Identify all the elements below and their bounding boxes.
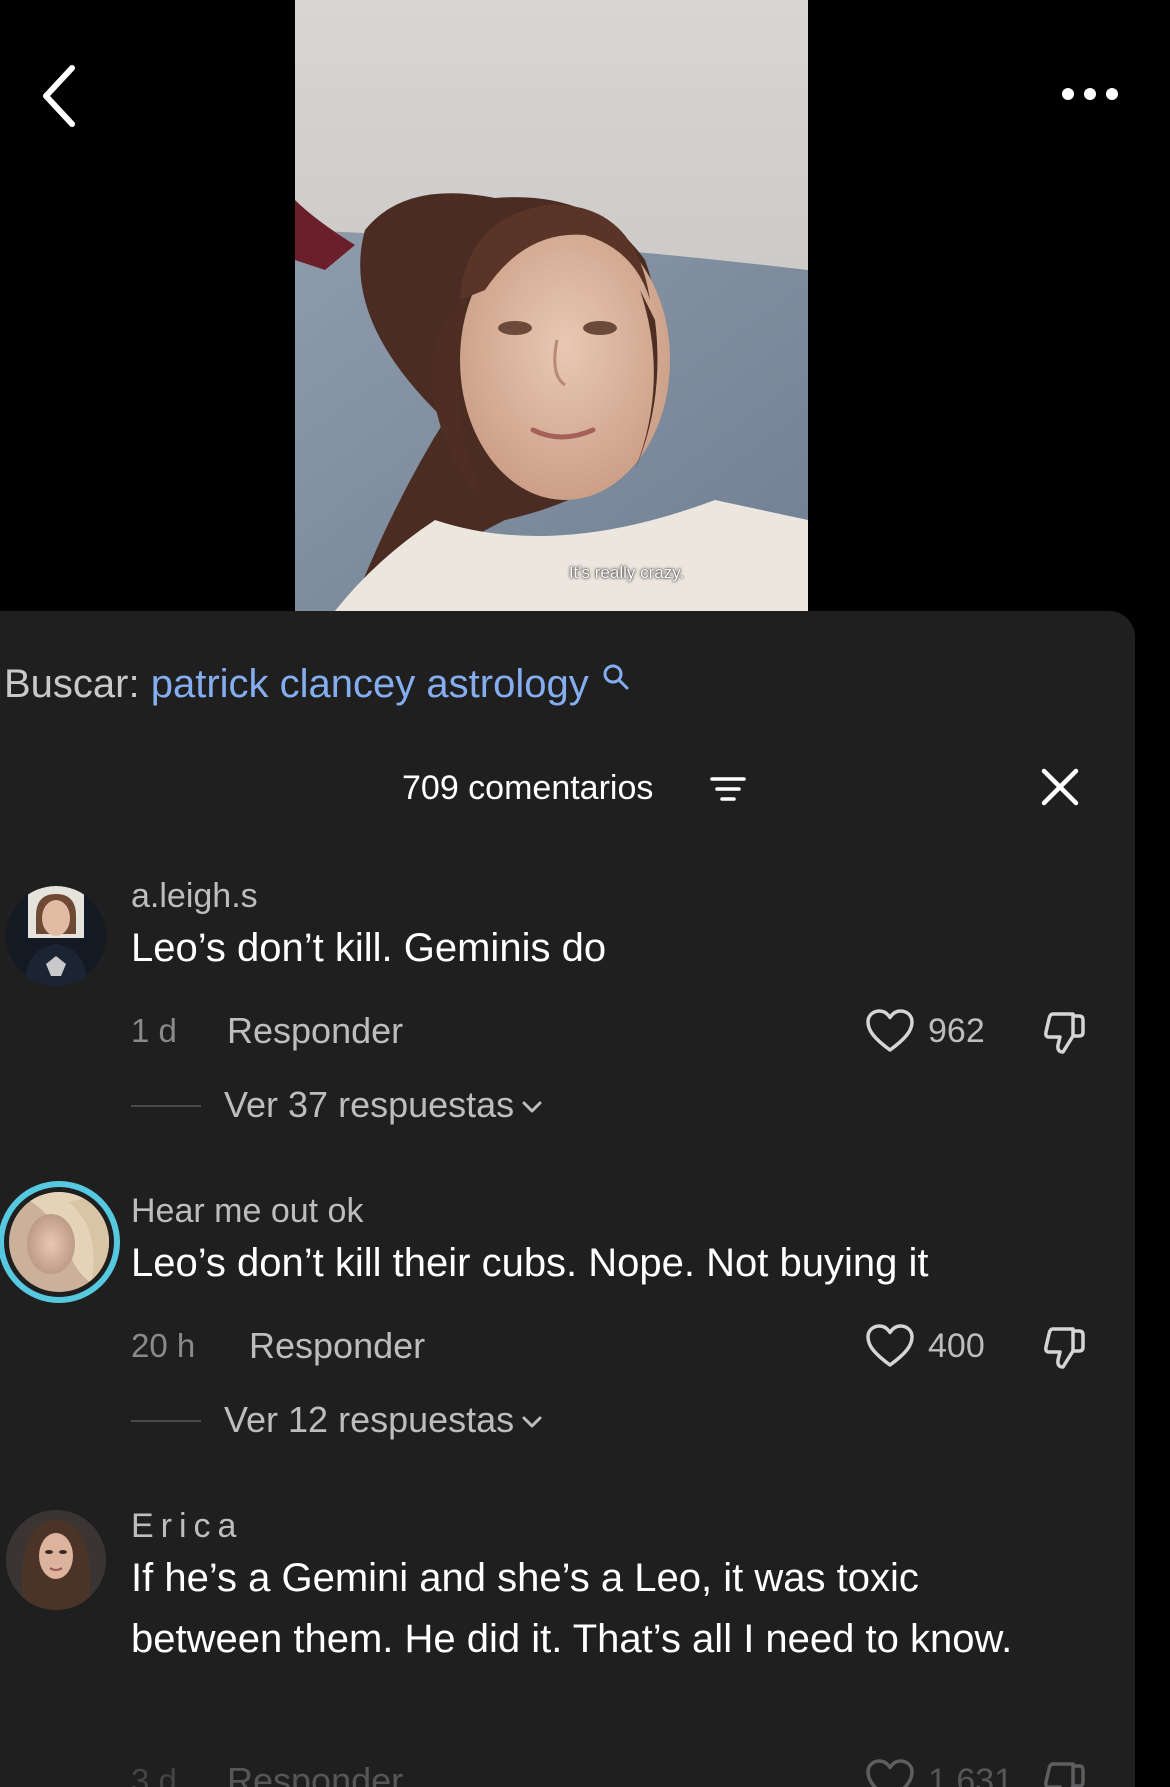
- thumbs-down-icon[interactable]: [1041, 1008, 1089, 1056]
- comment-text: Leo’s don’t kill their cubs. Nope. Not b…: [131, 1241, 929, 1285]
- chevron-left-icon: [43, 65, 75, 127]
- comment-username[interactable]: Hear me out ok: [131, 1189, 363, 1233]
- comment-count: 709 comentarios: [402, 769, 654, 807]
- comment-actions: 3 d Responder 1.631: [131, 1758, 1091, 1787]
- search-query-link[interactable]: patrick clancey astrology: [151, 662, 589, 706]
- more-horizontal-icon: [1062, 88, 1118, 100]
- comment-time: 20 h: [131, 1327, 196, 1364]
- comments-header: 709 comentarios: [0, 766, 1135, 810]
- view-replies-button[interactable]: Ver 37 respuestas: [131, 1082, 731, 1128]
- avatar[interactable]: [9, 1192, 109, 1292]
- avatar-image: [9, 1192, 109, 1292]
- heart-icon: [866, 1759, 914, 1787]
- search-icon: [603, 664, 629, 690]
- comment-actions: 20 h Responder 400: [131, 1323, 1091, 1369]
- replies-label: Ver 37 respuestas: [224, 1082, 544, 1128]
- comment-time: 1 d: [131, 1012, 177, 1049]
- replies-label-text: Ver 37 respuestas: [224, 1084, 515, 1125]
- comment-text: Leo’s don’t kill. Geminis do: [131, 926, 607, 970]
- app-screen: It's really crazy. Buscar: patrick clanc…: [0, 0, 1170, 1787]
- chevron-down-icon: [522, 1101, 542, 1113]
- reply-button[interactable]: Responder: [249, 1323, 425, 1369]
- like-count: 962: [928, 1012, 985, 1050]
- like-count: 1.631: [928, 1762, 1014, 1787]
- avatar-image: [6, 1510, 106, 1610]
- chevron-down-icon: [522, 1416, 542, 1428]
- view-replies-button[interactable]: Ver 12 respuestas: [131, 1397, 731, 1443]
- reply-button[interactable]: Responder: [227, 1758, 403, 1787]
- heart-icon: [866, 1324, 914, 1367]
- avatar[interactable]: [6, 886, 106, 986]
- video-player[interactable]: It's really crazy.: [295, 0, 808, 611]
- reply-button[interactable]: Responder: [227, 1008, 403, 1054]
- video-frame: [295, 0, 808, 611]
- thumbs-down-icon[interactable]: [1041, 1758, 1089, 1787]
- comment-username[interactable]: a.leigh.s: [131, 874, 258, 918]
- heart-icon: [866, 1009, 914, 1052]
- filter-icon[interactable]: [710, 774, 746, 804]
- comment-time: 3 d: [131, 1762, 177, 1787]
- replies-divider: [131, 1420, 201, 1422]
- comment-text: If he’s a Gemini and she’s a Leo, it was…: [131, 1556, 1013, 1661]
- close-icon[interactable]: [1039, 766, 1081, 808]
- comment-actions: 1 d Responder 962: [131, 1008, 1091, 1054]
- thumbs-down-icon[interactable]: [1041, 1323, 1089, 1371]
- search-suggestion[interactable]: Buscar: patrick clancey astrology: [4, 659, 630, 709]
- comments-sheet: Buscar: patrick clancey astrology 709 co…: [0, 611, 1135, 1787]
- like-count: 400: [928, 1327, 985, 1365]
- comment-username[interactable]: Erica: [131, 1504, 243, 1548]
- replies-label-text: Ver 12 respuestas: [224, 1399, 515, 1440]
- search-label: Buscar:: [4, 662, 140, 706]
- back-button[interactable]: [30, 58, 90, 134]
- video-caption: It's really crazy.: [568, 563, 685, 582]
- replies-label: Ver 12 respuestas: [224, 1397, 544, 1443]
- replies-divider: [131, 1105, 201, 1107]
- avatar-image: [6, 886, 106, 986]
- avatar[interactable]: [6, 1510, 106, 1610]
- more-options-button[interactable]: [1050, 76, 1130, 112]
